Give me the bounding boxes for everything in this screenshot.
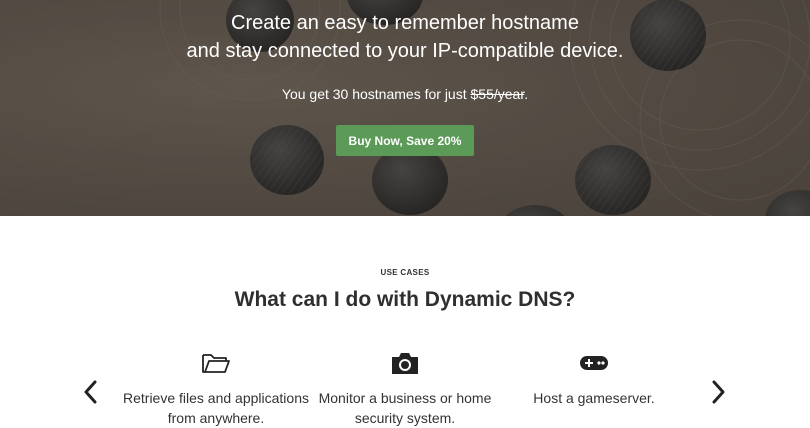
use-case-text: Retrieve files and applications from any… xyxy=(123,390,309,426)
hero-title: Create an easy to remember hostname and … xyxy=(0,9,810,65)
section-tag: USE CASES xyxy=(380,268,430,277)
folder-open-icon xyxy=(121,348,311,378)
hero-title-line-1: Create an easy to remember hostname xyxy=(231,12,579,34)
chevron-right-icon[interactable] xyxy=(706,378,730,406)
hero-subtitle: You get 30 hostnames for just $55/year. xyxy=(0,86,810,102)
old-price: $55/year xyxy=(470,86,525,102)
subtitle-prefix: You get 30 hostnames for just xyxy=(281,86,471,102)
use-case-card-files: Retrieve files and applications from any… xyxy=(121,348,311,428)
buy-now-button[interactable]: Buy Now, Save 20% xyxy=(336,125,474,156)
hero-title-line-2: and stay connected to your IP-compatible… xyxy=(186,40,624,62)
use-case-text: Monitor a business or home security syst… xyxy=(318,390,492,426)
use-case-text: Host a gameserver. xyxy=(533,390,655,406)
section-title: What can I do with Dynamic DNS? xyxy=(234,288,576,311)
subtitle-suffix: . xyxy=(524,86,529,102)
hero-banner: Create an easy to remember hostname and … xyxy=(0,0,810,216)
use-case-card-gameserver: Host a gameserver. xyxy=(499,348,689,408)
gamepad-icon xyxy=(499,348,689,378)
chevron-left-icon[interactable] xyxy=(79,378,103,406)
use-case-card-security: Monitor a business or home security syst… xyxy=(310,348,500,428)
camera-icon xyxy=(310,348,500,378)
